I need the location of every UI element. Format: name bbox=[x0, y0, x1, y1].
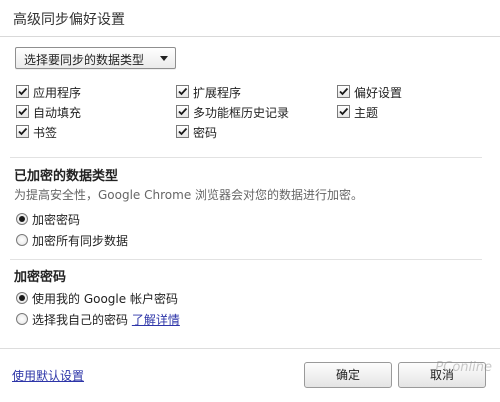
use-default-settings-link[interactable]: 使用默认设置 bbox=[12, 367, 84, 384]
checkmark-icon bbox=[176, 125, 189, 138]
dialog-title-bar: 高级同步偏好设置 bbox=[0, 0, 500, 37]
watermark-text: PConline bbox=[435, 360, 492, 375]
checkbox-label: 偏好设置 bbox=[354, 86, 403, 100]
radio-label-text: 选择我自己的密码 bbox=[32, 313, 129, 327]
learn-more-link[interactable]: 了解详情 bbox=[132, 313, 180, 327]
radio-label: 使用我的 Google 帐户密码 bbox=[32, 292, 178, 306]
encryption-description: 为提高安全性，Google Chrome 浏览器会对您的数据进行加密。 bbox=[14, 188, 364, 202]
radio-label: 选择我自己的密码 了解详情 bbox=[32, 311, 180, 328]
radio-unselected-icon bbox=[16, 234, 28, 246]
checkmark-icon bbox=[176, 85, 189, 98]
dialog-title: 高级同步偏好设置 bbox=[13, 12, 125, 28]
checkbox-label: 密码 bbox=[193, 126, 218, 140]
checkbox-label: 书签 bbox=[33, 126, 58, 140]
radio-selected-icon bbox=[16, 213, 28, 225]
radio-label: 加密所有同步数据 bbox=[32, 234, 129, 248]
sync-type-select-value: 选择要同步的数据类型 bbox=[24, 53, 145, 67]
checkmark-icon bbox=[176, 105, 189, 118]
sync-type-select[interactable]: 选择要同步的数据类型 bbox=[15, 47, 176, 69]
passphrase-heading: 加密密码 bbox=[14, 270, 67, 285]
radio-unselected-icon bbox=[16, 313, 28, 325]
checkbox-label: 扩展程序 bbox=[193, 86, 242, 100]
encrypted-types-heading: 已加密的数据类型 bbox=[14, 169, 119, 184]
dialog-footer: 使用默认设置 确定 取消 PConline bbox=[0, 348, 500, 402]
checkbox-label: 自动填充 bbox=[33, 106, 82, 120]
advanced-sync-dialog: 高级同步偏好设置 选择要同步的数据类型 应用程序 扩展程序 偏好设置 自动填充 … bbox=[0, 0, 500, 402]
checkmark-icon bbox=[16, 125, 29, 138]
triangle-down-icon bbox=[160, 56, 168, 61]
checkmark-icon bbox=[16, 105, 29, 118]
section-divider bbox=[10, 259, 482, 260]
checkmark-icon bbox=[337, 85, 350, 98]
pconline-watermark: PConline bbox=[382, 360, 492, 396]
checkbox-label: 多功能框历史记录 bbox=[193, 106, 290, 120]
radio-selected-icon bbox=[16, 292, 28, 304]
radio-label: 加密密码 bbox=[32, 213, 81, 227]
checkmark-icon bbox=[16, 85, 29, 98]
checkbox-label: 应用程序 bbox=[33, 86, 82, 100]
section-divider bbox=[10, 157, 482, 158]
checkmark-icon bbox=[337, 105, 350, 118]
ok-button[interactable]: 确定 bbox=[304, 362, 392, 388]
checkbox-label: 主题 bbox=[354, 106, 379, 120]
